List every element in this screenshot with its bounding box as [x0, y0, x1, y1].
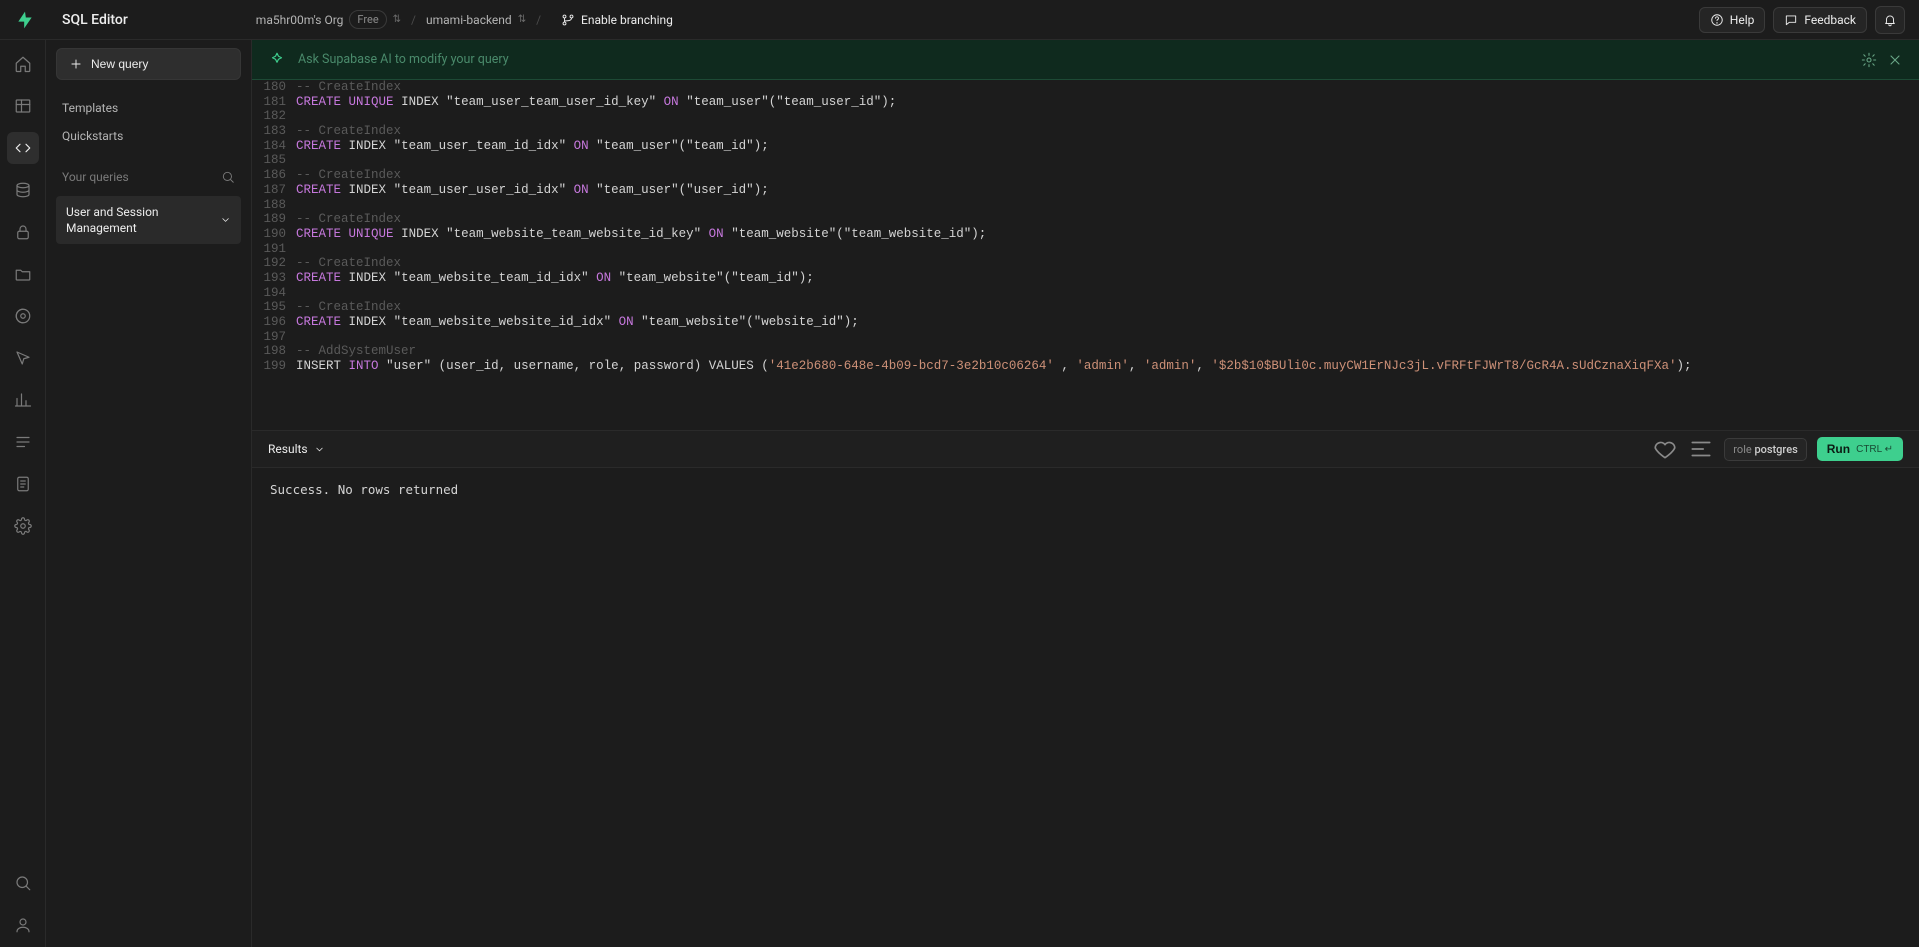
sidebar-templates[interactable]: Templates: [56, 94, 241, 122]
enable-branching-button[interactable]: Enable branching: [561, 13, 673, 27]
feedback-button[interactable]: Feedback: [1773, 7, 1867, 33]
editor-code[interactable]: -- CreateIndexCREATE UNIQUE INDEX "team_…: [296, 80, 1919, 374]
role-chip[interactable]: role postgres: [1724, 438, 1806, 461]
rail-table-editor[interactable]: [7, 90, 39, 122]
run-label: Run: [1827, 442, 1850, 456]
rail-logs[interactable]: [7, 426, 39, 458]
chevron-down-icon: [314, 444, 325, 455]
plus-icon: [69, 57, 83, 71]
search-icon[interactable]: [221, 170, 235, 184]
rail-storage[interactable]: [7, 258, 39, 290]
topbar: SQL Editor ma5hr00m's Org Free ⇅ / umami…: [0, 0, 1919, 40]
sidebar-quickstarts[interactable]: Quickstarts: [56, 122, 241, 150]
sidebar-query-label: User and Session Management: [66, 204, 220, 236]
feedback-label: Feedback: [1804, 13, 1856, 27]
ai-placeholder: Ask Supabase AI to modify your query: [298, 52, 1849, 67]
chevron-updown-icon: ⇅: [518, 14, 526, 25]
favorite-button[interactable]: [1652, 436, 1678, 462]
ai-icon: [268, 51, 286, 69]
editor-gutter: 1801811821831841851861871881891901911921…: [252, 80, 296, 374]
plan-badge: Free: [349, 10, 386, 29]
rail-home[interactable]: [7, 48, 39, 80]
rail-realtime[interactable]: [7, 342, 39, 374]
enable-branching-label: Enable branching: [581, 13, 673, 27]
chevron-updown-icon: ⇅: [393, 14, 401, 25]
sql-editor[interactable]: 1801811821831841851861871881891901911921…: [252, 80, 1919, 430]
role-label: role: [1733, 443, 1751, 456]
sidebar-query-item[interactable]: User and Session Management: [56, 196, 241, 244]
rail-sql-editor[interactable]: [7, 132, 39, 164]
rail-settings[interactable]: [7, 510, 39, 542]
rail-api[interactable]: [7, 468, 39, 500]
help-label: Help: [1730, 13, 1755, 27]
ai-settings-icon[interactable]: [1861, 52, 1877, 68]
breadcrumb: ma5hr00m's Org Free ⇅ / umami-backend ⇅ …: [256, 10, 673, 29]
sidebar: New query Templates Quickstarts Your que…: [46, 0, 252, 947]
breadcrumb-org-label: ma5hr00m's Org: [256, 13, 344, 27]
new-query-label: New query: [91, 57, 148, 71]
run-button[interactable]: Run CTRL ↵: [1817, 437, 1903, 461]
chevron-down-icon: [220, 214, 231, 226]
format-button[interactable]: [1688, 436, 1714, 462]
new-query-button[interactable]: New query: [56, 48, 241, 80]
help-button[interactable]: Help: [1699, 7, 1766, 33]
nav-rail: [0, 0, 46, 947]
rail-auth[interactable]: [7, 216, 39, 248]
rail-search[interactable]: [7, 867, 39, 899]
results-bar: Results role postgres Run CTRL ↵: [252, 430, 1919, 468]
breadcrumb-sep: /: [411, 13, 416, 27]
notifications-button[interactable]: [1875, 6, 1905, 34]
main: Ask Supabase AI to modify your query 180…: [252, 0, 1919, 947]
supabase-logo[interactable]: [14, 9, 36, 31]
results-tab-label: Results: [268, 442, 308, 456]
rail-account[interactable]: [7, 909, 39, 941]
sidebar-section-title: Your queries: [62, 170, 129, 184]
breadcrumb-org[interactable]: ma5hr00m's Org Free ⇅: [256, 10, 401, 29]
rail-reports[interactable]: [7, 384, 39, 416]
results-message: Success. No rows returned: [270, 482, 458, 497]
sidebar-section-your-queries: Your queries: [56, 164, 241, 190]
results-tab[interactable]: Results: [268, 442, 325, 456]
breadcrumb-project-label: umami-backend: [426, 13, 512, 27]
run-shortcut: CTRL ↵: [1856, 444, 1893, 455]
breadcrumb-sep: /: [536, 13, 541, 27]
role-value: postgres: [1754, 443, 1797, 456]
ai-close-icon[interactable]: [1887, 52, 1903, 68]
rail-database[interactable]: [7, 174, 39, 206]
breadcrumb-project[interactable]: umami-backend ⇅: [426, 13, 526, 27]
results-body: Success. No rows returned: [252, 468, 1919, 947]
rail-edge-functions[interactable]: [7, 300, 39, 332]
ai-bar[interactable]: Ask Supabase AI to modify your query: [252, 40, 1919, 80]
app-title: SQL Editor: [62, 12, 128, 28]
